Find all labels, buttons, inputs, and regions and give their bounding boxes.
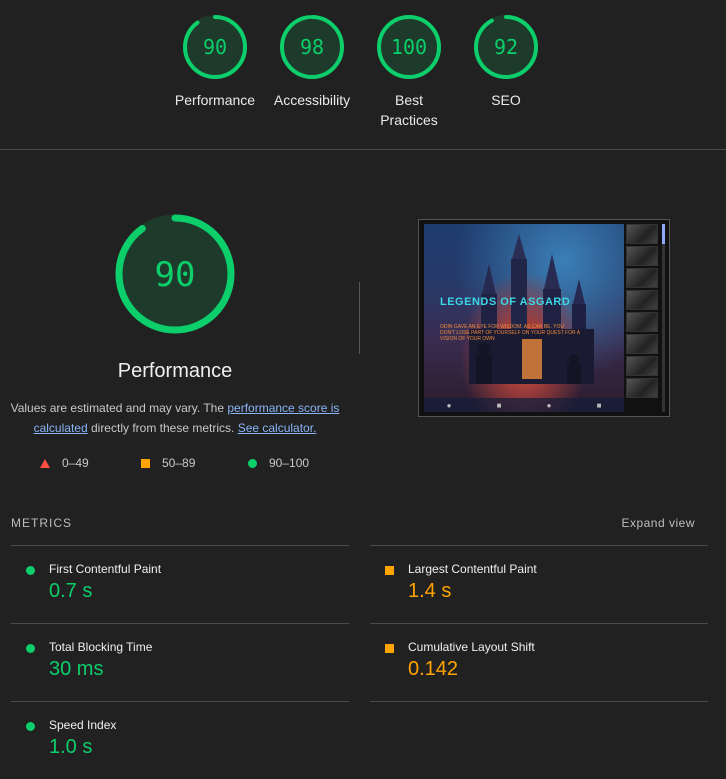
metric-speed-index: Speed Index 1.0 s [11, 701, 349, 779]
twitter-icon: ● [446, 400, 452, 410]
screenshot-sidebar [626, 224, 658, 412]
circle-icon [248, 459, 257, 469]
average-square-icon [385, 566, 394, 575]
thumbnail [626, 246, 658, 266]
metric-name: Total Blocking Time [49, 640, 153, 654]
expand-view-toggle[interactable]: Expand view [621, 516, 695, 530]
performance-title: Performance [117, 360, 233, 382]
castle-image [469, 234, 594, 384]
screenshot-scrollbar [662, 224, 665, 412]
metric-cumulative-layout-shift: Cumulative Layout Shift 0.142 [370, 623, 708, 701]
gauge-ring: 90 [183, 15, 247, 79]
screenshot-social-bar: ● ■ ● ■ [424, 398, 624, 412]
category-gauges: 90 Performance 98 Accessibility 100 Best… [0, 0, 726, 150]
pass-circle-icon [26, 566, 35, 575]
metric-name: Cumulative Layout Shift [408, 640, 535, 654]
gauge-accessibility[interactable]: 98 Accessibility [257, 13, 367, 110]
instagram-icon: ■ [496, 400, 502, 410]
thumbnail [626, 356, 658, 376]
gauge-label: Best Practices [380, 92, 438, 128]
performance-gauge: 90 [115, 214, 235, 334]
final-screenshot[interactable]: LEGENDS OF ASGARD ODIN GAVE AN EYE FOR W… [418, 219, 670, 417]
pass-circle-icon [26, 644, 35, 653]
screenshot-title: LEGENDS OF ASGARD [440, 296, 571, 308]
gauge-ring: 98 [280, 15, 344, 79]
metric-value: 30 ms [49, 658, 104, 680]
metric-value: 0.7 s [49, 580, 93, 602]
metric-name: Largest Contentful Paint [408, 562, 537, 576]
gauge-score: 90 [203, 35, 227, 59]
screenshot-subtitle: ODIN GAVE AN EYE FOR WISDOM. AS CAN BE. … [440, 324, 580, 342]
gauge-score: 92 [494, 35, 518, 59]
metric-largest-contentful-paint: Largest Contentful Paint 1.4 s [370, 545, 708, 623]
section-divider [0, 149, 726, 150]
gauge-label: Performance [174, 92, 256, 108]
metric-value: 0.142 [408, 658, 459, 680]
legend-label: 90–100 [269, 456, 310, 470]
description-text: directly from these metrics. [87, 421, 238, 435]
metrics-divider [370, 701, 708, 702]
gauge-label: SEO [491, 92, 521, 108]
metric-value: 1.4 s [408, 580, 452, 602]
thumbnail [626, 334, 658, 354]
performance-description: Values are estimated and may vary. The p… [10, 398, 340, 438]
gauge-best-practices[interactable]: 100 Best Practices [354, 13, 464, 130]
metrics-header: METRICS [11, 516, 72, 530]
metric-total-blocking-time: Total Blocking Time 30 ms [11, 623, 349, 701]
pass-circle-icon [26, 722, 35, 731]
gauge-performance[interactable]: 90 Performance [160, 13, 270, 110]
average-square-icon [385, 644, 394, 653]
thumbnail [626, 312, 658, 332]
gauge-score: 100 [391, 35, 427, 59]
metric-name: Speed Index [49, 718, 117, 732]
gauge-ring: 92 [474, 15, 538, 79]
square-icon [141, 459, 150, 469]
description-text: Values are estimated and may vary. The [10, 401, 228, 415]
metric-name: First Contentful Paint [49, 562, 162, 576]
legend-label: 50–89 [162, 456, 196, 470]
thumbnail [626, 224, 658, 244]
performance-score: 90 [155, 255, 196, 295]
legend-pass: 90–100 [248, 456, 309, 470]
thumbnail [626, 268, 658, 288]
thumbnail [626, 378, 658, 398]
vertical-divider [359, 282, 360, 354]
gauge-score: 98 [300, 35, 324, 59]
triangle-icon [40, 459, 50, 469]
screenshot-main: LEGENDS OF ASGARD ODIN GAVE AN EYE FOR W… [424, 224, 624, 412]
metric-value: 1.0 s [49, 736, 93, 758]
legend-average: 50–89 [141, 456, 195, 470]
linkedin-icon: ■ [596, 400, 602, 410]
legend-fail: 0–49 [40, 456, 89, 470]
gauge-ring: 100 [377, 15, 441, 79]
gauge-label: Accessibility [273, 92, 351, 108]
metric-first-contentful-paint: First Contentful Paint 0.7 s [11, 545, 349, 623]
thumbnail [626, 290, 658, 310]
github-icon: ● [546, 400, 552, 410]
see-calculator-link[interactable]: See calculator. [238, 421, 317, 435]
gauge-seo[interactable]: 92 SEO [451, 13, 561, 110]
legend-label: 0–49 [62, 456, 89, 470]
